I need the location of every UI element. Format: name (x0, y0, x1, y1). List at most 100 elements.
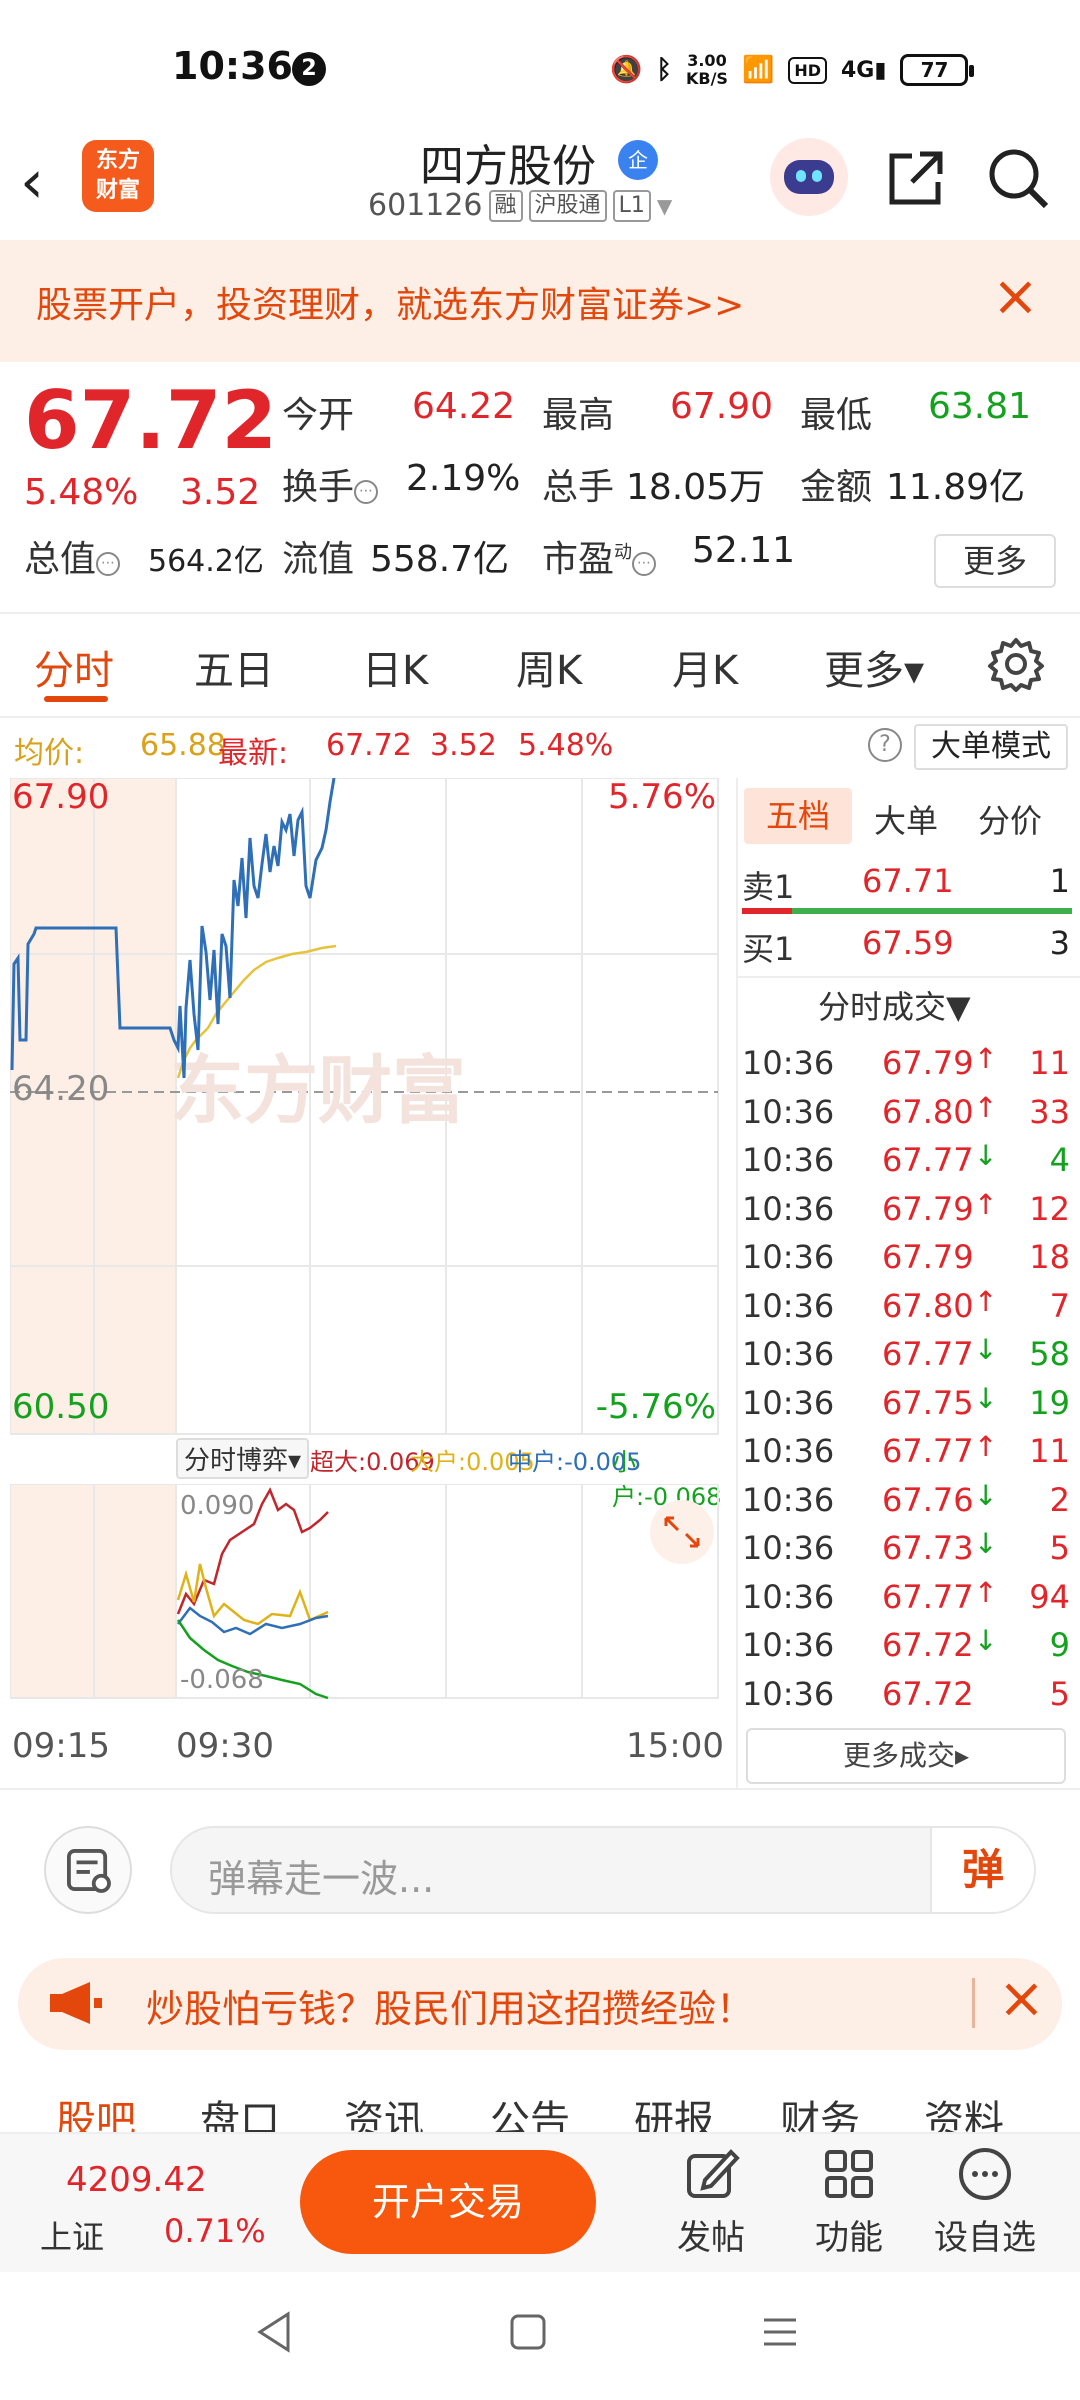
trade-row: 10:36 67.77 ↓ 58 (742, 1331, 1074, 1381)
danmaku-settings-icon[interactable] (44, 1826, 132, 1914)
info-icon[interactable]: ⋯ (632, 552, 657, 576)
index-name[interactable]: 上证 (40, 2212, 104, 2258)
tab-more[interactable]: 更多▾ (824, 638, 924, 696)
trade-time: 10:36 (742, 1189, 835, 1228)
send-danmaku-button[interactable]: 弹 (930, 1828, 1034, 1912)
avg-price-row: 均价: 65.88 最新: 67.72 3.52 5.48% ? 大单模式 (0, 718, 1080, 774)
up-arrow-icon: ↑ (974, 1575, 998, 1609)
share-icon[interactable] (886, 148, 946, 208)
notification-count-badge: 2 (292, 52, 326, 86)
nav-back-icon[interactable] (254, 2310, 294, 2354)
add-watchlist-button[interactable]: 设自选 (930, 2144, 1040, 2259)
tab-profile[interactable]: 资料 (924, 2088, 1004, 2134)
wifi-icon: 📶 (741, 55, 775, 85)
tab-price-dist[interactable]: 分价 (978, 796, 1042, 842)
info-icon[interactable]: ⋯ (96, 552, 121, 576)
tab-monthly-k[interactable]: 月K (672, 638, 738, 696)
nav-home-icon[interactable] (508, 2312, 548, 2352)
trade-row: 10:36 67.75 ↓ 19 (742, 1380, 1074, 1430)
tab-daily-k[interactable]: 日K (362, 638, 428, 696)
close-icon[interactable]: × (998, 1966, 1045, 2031)
level-tag: L1 (612, 189, 651, 222)
expand-icon[interactable] (650, 1500, 714, 1564)
tab-weekly-k[interactable]: 周K (516, 638, 582, 696)
caret-down-icon: ▼ (656, 193, 673, 218)
promo-banner[interactable]: 股票开户，投资理财，就选东方财富证券>> × (0, 240, 1080, 362)
quote-panel: 67.72 5.48% 3.52 今开 64.22 最高 67.90 最低 63… (0, 362, 1080, 612)
float-cap-value: 558.7亿 (370, 539, 510, 580)
mute-icon: 🔕 (610, 55, 643, 85)
close-icon[interactable]: × (992, 262, 1039, 332)
more-trades-button[interactable]: 更多成交▸ (746, 1728, 1066, 1784)
pct-axis-high: 5.76% (608, 778, 716, 817)
tab-news[interactable]: 资讯 (344, 2088, 424, 2134)
up-arrow-icon: ↑ (974, 1090, 998, 1124)
tab-big-orders[interactable]: 大单 (874, 796, 938, 842)
ai-assistant-avatar[interactable] (770, 138, 848, 216)
current-price: 67.72 (24, 374, 278, 467)
trades-title-dropdown[interactable]: 分时成交▼ (818, 982, 971, 1028)
info-icon[interactable]: ⋯ (354, 480, 379, 504)
change-amount: 3.52 (180, 472, 261, 513)
trade-time: 10:36 (742, 1529, 835, 1567)
post-button[interactable]: 发帖 (656, 2144, 766, 2259)
tab-announcements[interactable]: 公告 (490, 2088, 570, 2134)
trade-time: 10:36 (742, 1044, 835, 1082)
trade-volume: 7 (1049, 1286, 1070, 1325)
intraday-chart-svg: 东方财富 67.90 64.20 60.50 5.76% -5.76% (9, 777, 719, 1435)
tab-forum[interactable]: 股吧 (56, 2088, 136, 2134)
open-account-trade-button[interactable]: 开户交易 (300, 2150, 596, 2254)
watchlist-label: 设自选 (934, 2218, 1036, 2258)
capital-flow-svg: 0.090 -0.068 (9, 1483, 719, 1700)
trade-row: 10:36 67.79 ↑ 12 (742, 1186, 1074, 1236)
trade-volume: 9 (1049, 1626, 1070, 1664)
capital-flow-chart[interactable]: 0.090 -0.068 (9, 1483, 730, 1704)
trade-volume: 11 (1029, 1432, 1070, 1470)
signal-icon: 4G▮ (841, 57, 887, 83)
big-order-mode-button[interactable]: 大单模式 (914, 724, 1068, 770)
back-arrow-icon[interactable]: ‹ (20, 142, 70, 222)
tab-five-levels[interactable]: 五档 (744, 788, 852, 844)
gear-icon[interactable] (986, 634, 1046, 694)
trade-price: 67.73 (882, 1529, 974, 1567)
tab-market-depth[interactable]: 盘口 (200, 2088, 280, 2134)
low-value: 63.81 (928, 386, 1032, 427)
index-change[interactable]: 0.71% (164, 2212, 266, 2250)
intraday-chart[interactable]: 东方财富 67.90 64.20 60.50 5.76% -5.76% (9, 777, 730, 1454)
trade-row: 10:36 67.76 ↓ 2 (742, 1477, 1074, 1527)
trade-time: 10:36 (742, 1335, 835, 1373)
stock-code-row[interactable]: 601126 融 沪股通 L1 ▼ (368, 188, 672, 223)
help-icon[interactable]: ? (868, 728, 902, 762)
tab-five-day[interactable]: 五日 (194, 638, 274, 696)
trade-row: 10:36 67.80 ↑ 7 (742, 1283, 1074, 1333)
eastmoney-logo[interactable]: 东方财富 (82, 140, 154, 212)
flow-mode-dropdown[interactable]: 分时博弈▾ (176, 1438, 310, 1479)
search-icon[interactable] (986, 146, 1050, 210)
trade-volume: 5 (1049, 1674, 1070, 1713)
trade-volume: 4 (1049, 1141, 1070, 1179)
bottom-toolbar: 4209.42 上证 0.71% 开户交易 发帖 功能 设自选 (0, 2132, 1080, 2272)
watermark: 东方财富 (170, 1048, 466, 1134)
trade-volume: 19 (1029, 1383, 1070, 1422)
market-cap-label: 总值 ⋯ (24, 530, 121, 582)
promo-text[interactable]: 炒股怕亏钱？股民们用这招攒经验！ (146, 1978, 754, 2033)
nav-menu-icon[interactable] (760, 2312, 800, 2352)
trade-price: 67.76 (882, 1480, 974, 1519)
more-stats-button[interactable]: 更多 (934, 534, 1056, 588)
tab-financials[interactable]: 财务 (780, 2088, 860, 2134)
promo-strip[interactable]: 炒股怕亏钱？股民们用这招攒经验！ × (18, 1958, 1062, 2050)
enterprise-badge: 企 (618, 140, 658, 180)
connect-tag: 沪股通 (528, 189, 607, 222)
trade-price: 67.77 (882, 1335, 974, 1373)
tab-intraday[interactable]: 分时 (34, 638, 114, 696)
functions-button[interactable]: 功能 (794, 2144, 904, 2259)
index-value[interactable]: 4209.42 (66, 2160, 207, 2200)
change-percent: 5.48% (24, 472, 139, 513)
trade-volume: 12 (1029, 1189, 1070, 1228)
banner-text[interactable]: 股票开户，投资理财，就选东方财富证券>> (36, 276, 744, 328)
trade-price: 67.77 (882, 1141, 974, 1179)
danmaku-input[interactable]: 弹幕走一波... 弹 (170, 1826, 1036, 1914)
trade-time: 10:36 (742, 1432, 835, 1470)
tab-research[interactable]: 研报 (634, 2088, 714, 2134)
trade-price: 67.79 (882, 1044, 974, 1082)
